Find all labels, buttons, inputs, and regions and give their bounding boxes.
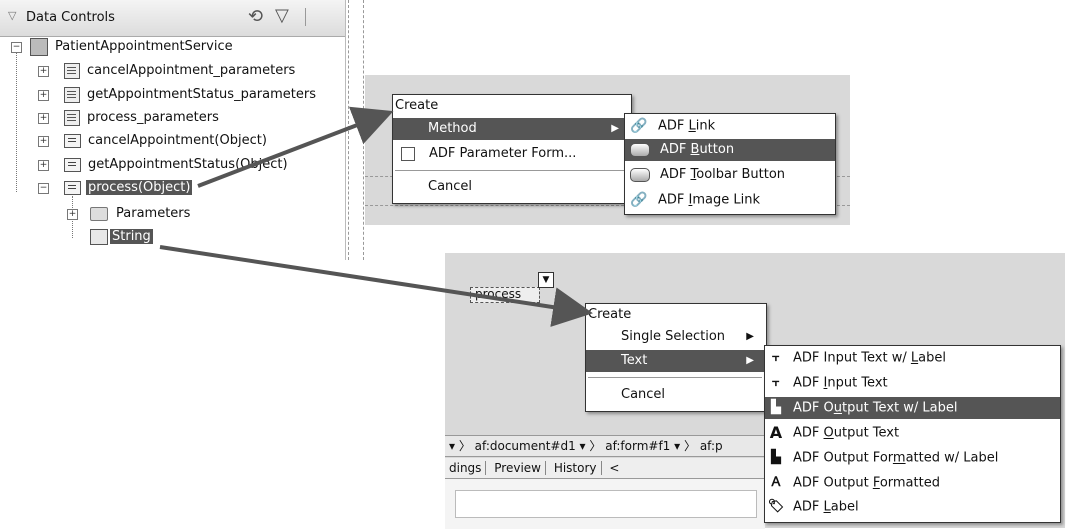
- drag-arrow-1: [197, 106, 394, 188]
- drag-arrow-2: [159, 245, 593, 327]
- drag-arrows: [159, 106, 593, 327]
